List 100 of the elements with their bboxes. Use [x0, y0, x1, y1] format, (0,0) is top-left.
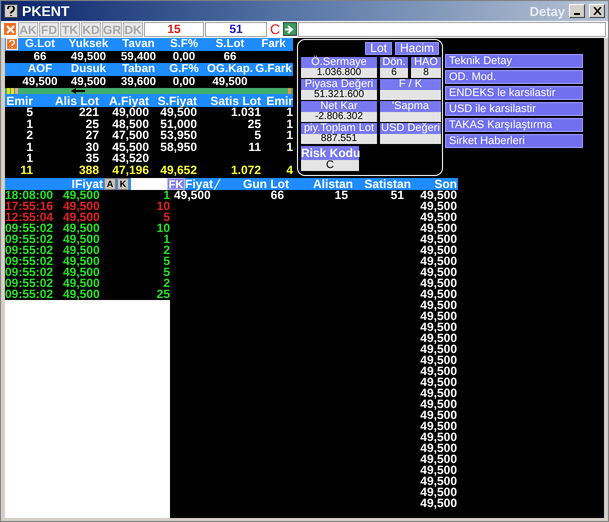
sort-button[interactable]: A	[104, 178, 116, 190]
trade-price: 49,500	[63, 190, 100, 201]
table-cell: 49,500	[420, 212, 457, 223]
trade-price: 49,500	[63, 245, 101, 256]
table-cell-text: 48,500	[111, 118, 149, 130]
column-header: Dusuk	[70, 63, 108, 76]
trade-time: 09:55:02	[5, 223, 54, 234]
table-cell-text: 58,950	[159, 142, 197, 153]
tab[interactable]: TK	[60, 22, 80, 37]
trade-time: 09:55:02	[5, 256, 54, 267]
table-cell-text: 49,500	[211, 76, 249, 88]
tab[interactable]: GR	[102, 22, 122, 37]
input-field[interactable]	[131, 178, 167, 190]
column-header: IFiyat	[72, 178, 103, 190]
menu-button[interactable]: Teknik Detay	[445, 54, 583, 68]
table-cell: 49,500	[420, 344, 457, 355]
table-cell: 49,500	[420, 322, 457, 333]
table-cell: 49,500	[420, 311, 457, 322]
trade-price: 49,500	[63, 256, 101, 267]
trade-lot: 1	[163, 234, 170, 245]
minimize-button[interactable]	[569, 4, 585, 18]
column-header: Alistan	[312, 178, 353, 190]
table-cell: 49,500	[420, 245, 457, 256]
trade-price: 49,500	[63, 223, 101, 234]
column-header: Gun Lot	[242, 178, 289, 190]
field-value	[380, 134, 441, 144]
total-cell-text: 1.072	[230, 164, 261, 176]
column-header: Tavan	[121, 38, 156, 50]
table-cell: 49,500	[420, 465, 457, 476]
menu-button[interactable]: Sirket Haberleri	[445, 134, 583, 148]
table-cell-text: 1	[285, 107, 293, 118]
table-cell-text: 43,520	[111, 153, 149, 164]
menu-button[interactable]: USD ile karsilastir	[445, 102, 583, 116]
table-cell: 49,500	[420, 388, 457, 399]
field-label: 'Sapma	[380, 101, 441, 112]
detail-title: Detay	[530, 4, 565, 18]
column-header: Son	[434, 178, 458, 190]
marker-icon	[288, 88, 291, 94]
tab[interactable]: AK	[18, 22, 38, 37]
input-field[interactable]	[298, 22, 606, 37]
trade-price: 49,500	[63, 212, 101, 223]
field-label: Piyasa Değeri	[301, 79, 377, 90]
table-cell-text: 27	[84, 130, 99, 142]
menu-button[interactable]: OD. Mod.	[445, 70, 583, 84]
table-cell: 49,500	[420, 201, 457, 212]
trade-lot: 5	[163, 212, 170, 223]
help-icon[interactable]	[6, 38, 18, 50]
column-header: G.F%	[168, 63, 200, 76]
column-header: Emir	[265, 95, 293, 107]
table-cell: 49,500	[420, 399, 457, 410]
table-cell: 49,500	[420, 300, 457, 311]
total-cell-text: 47,196	[111, 164, 149, 176]
table-cell-text: 66	[222, 50, 238, 63]
close-icon[interactable]	[3, 22, 17, 36]
column-header: Taban	[120, 63, 156, 76]
table-cell: 49,500	[420, 256, 457, 267]
column-header: Fiyat	[185, 178, 213, 190]
trade-time: 09:55:02	[5, 267, 54, 278]
table-cell-text: 1.031	[230, 107, 261, 118]
field-value: 1.036.800	[301, 68, 377, 78]
window-title: PKENT	[22, 3, 70, 19]
field-value: 51.321.600	[301, 90, 377, 100]
table-cell-text: 49,500	[173, 190, 211, 201]
arrow-right-icon[interactable]	[283, 22, 298, 36]
field-value: 887.551	[301, 134, 377, 144]
close-button[interactable]	[589, 4, 605, 18]
tab[interactable]: DK	[123, 22, 143, 37]
menu-button[interactable]: ENDEKS le karsilastir	[445, 86, 583, 100]
menu-button[interactable]: TAKAS Karşılaştırma	[445, 118, 583, 132]
trade-time: 12:55:04	[5, 212, 54, 223]
table-cell-text: 5	[254, 130, 261, 142]
total-cell-text: 388	[78, 164, 99, 176]
tab[interactable]: KD	[81, 22, 101, 37]
table-cell: 49,500	[420, 377, 457, 388]
total-cell-text: 49,652	[159, 164, 197, 176]
table-cell-text: 49,500	[160, 107, 197, 118]
table-cell: 49,500	[420, 234, 457, 245]
column-header: Fark	[260, 38, 287, 50]
table-cell-text: 59,400	[120, 50, 158, 63]
filter-button[interactable]: FK	[167, 178, 185, 190]
trade-lot: 10	[156, 223, 170, 234]
toggle-button[interactable]: Hacim	[394, 42, 439, 55]
sort-button[interactable]: K	[117, 178, 129, 190]
column-header: A.Fiyat	[108, 95, 149, 107]
toggle-button[interactable]: Lot	[365, 42, 392, 55]
table-cell-text: 49,000	[112, 107, 149, 118]
table-cell-text: 15	[334, 190, 348, 201]
trade-time: 09:55:02	[5, 289, 54, 300]
table-cell: 49,500	[420, 278, 457, 289]
table-cell: 49,500	[420, 366, 457, 377]
field-label: Net Kar	[301, 101, 377, 112]
table-cell-text: 49,500	[21, 76, 59, 88]
tab[interactable]: FD	[39, 22, 59, 37]
table-cell-text: 1	[285, 130, 293, 142]
table-cell: 49,500	[420, 421, 457, 432]
table-cell: 49,500	[420, 267, 457, 278]
trade-price: 49,500	[63, 267, 101, 278]
table-cell-text: 1	[285, 142, 293, 153]
slash-icon	[213, 178, 221, 190]
trade-lot: 1	[163, 190, 170, 201]
